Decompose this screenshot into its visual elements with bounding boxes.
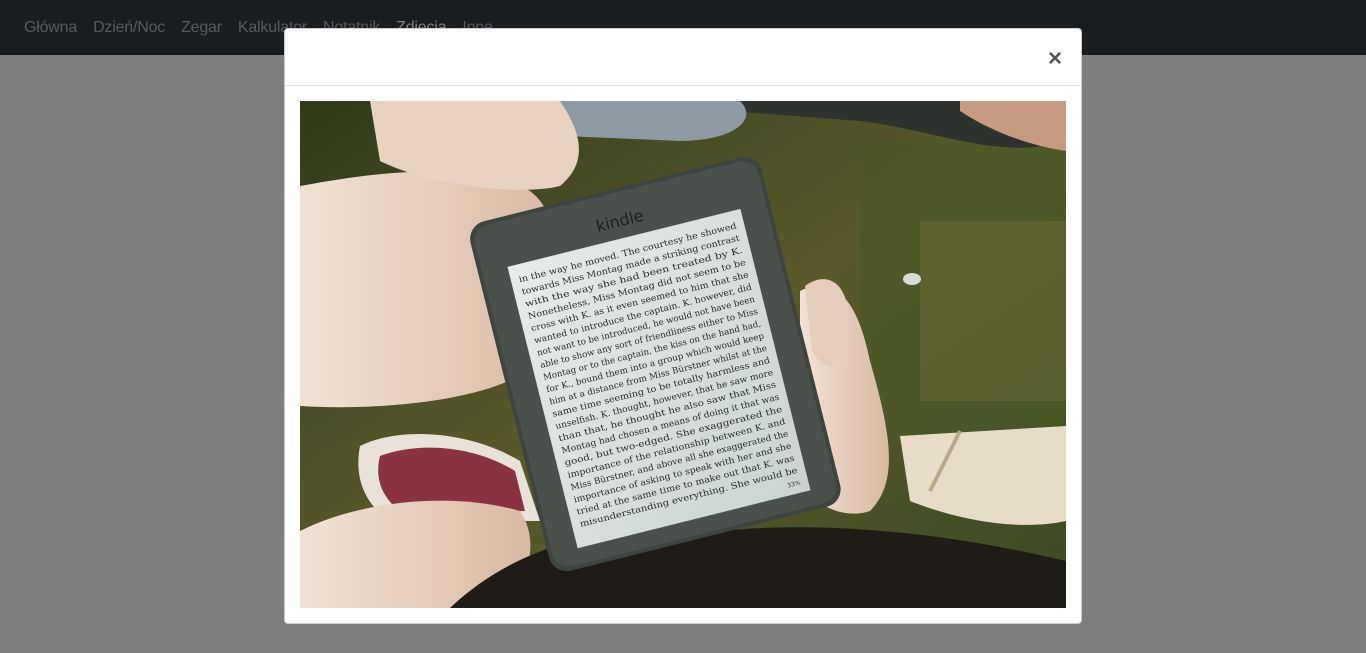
modal-photo: kindle in the way he moved. The courtesy… xyxy=(300,101,1066,608)
image-modal: × kindle in the way he moved. The courte… xyxy=(284,28,1082,624)
close-button[interactable]: × xyxy=(1043,45,1067,73)
modal-header: × xyxy=(285,29,1081,86)
kindle-photo-illustration: kindle in the way he moved. The courtesy… xyxy=(300,101,1066,608)
